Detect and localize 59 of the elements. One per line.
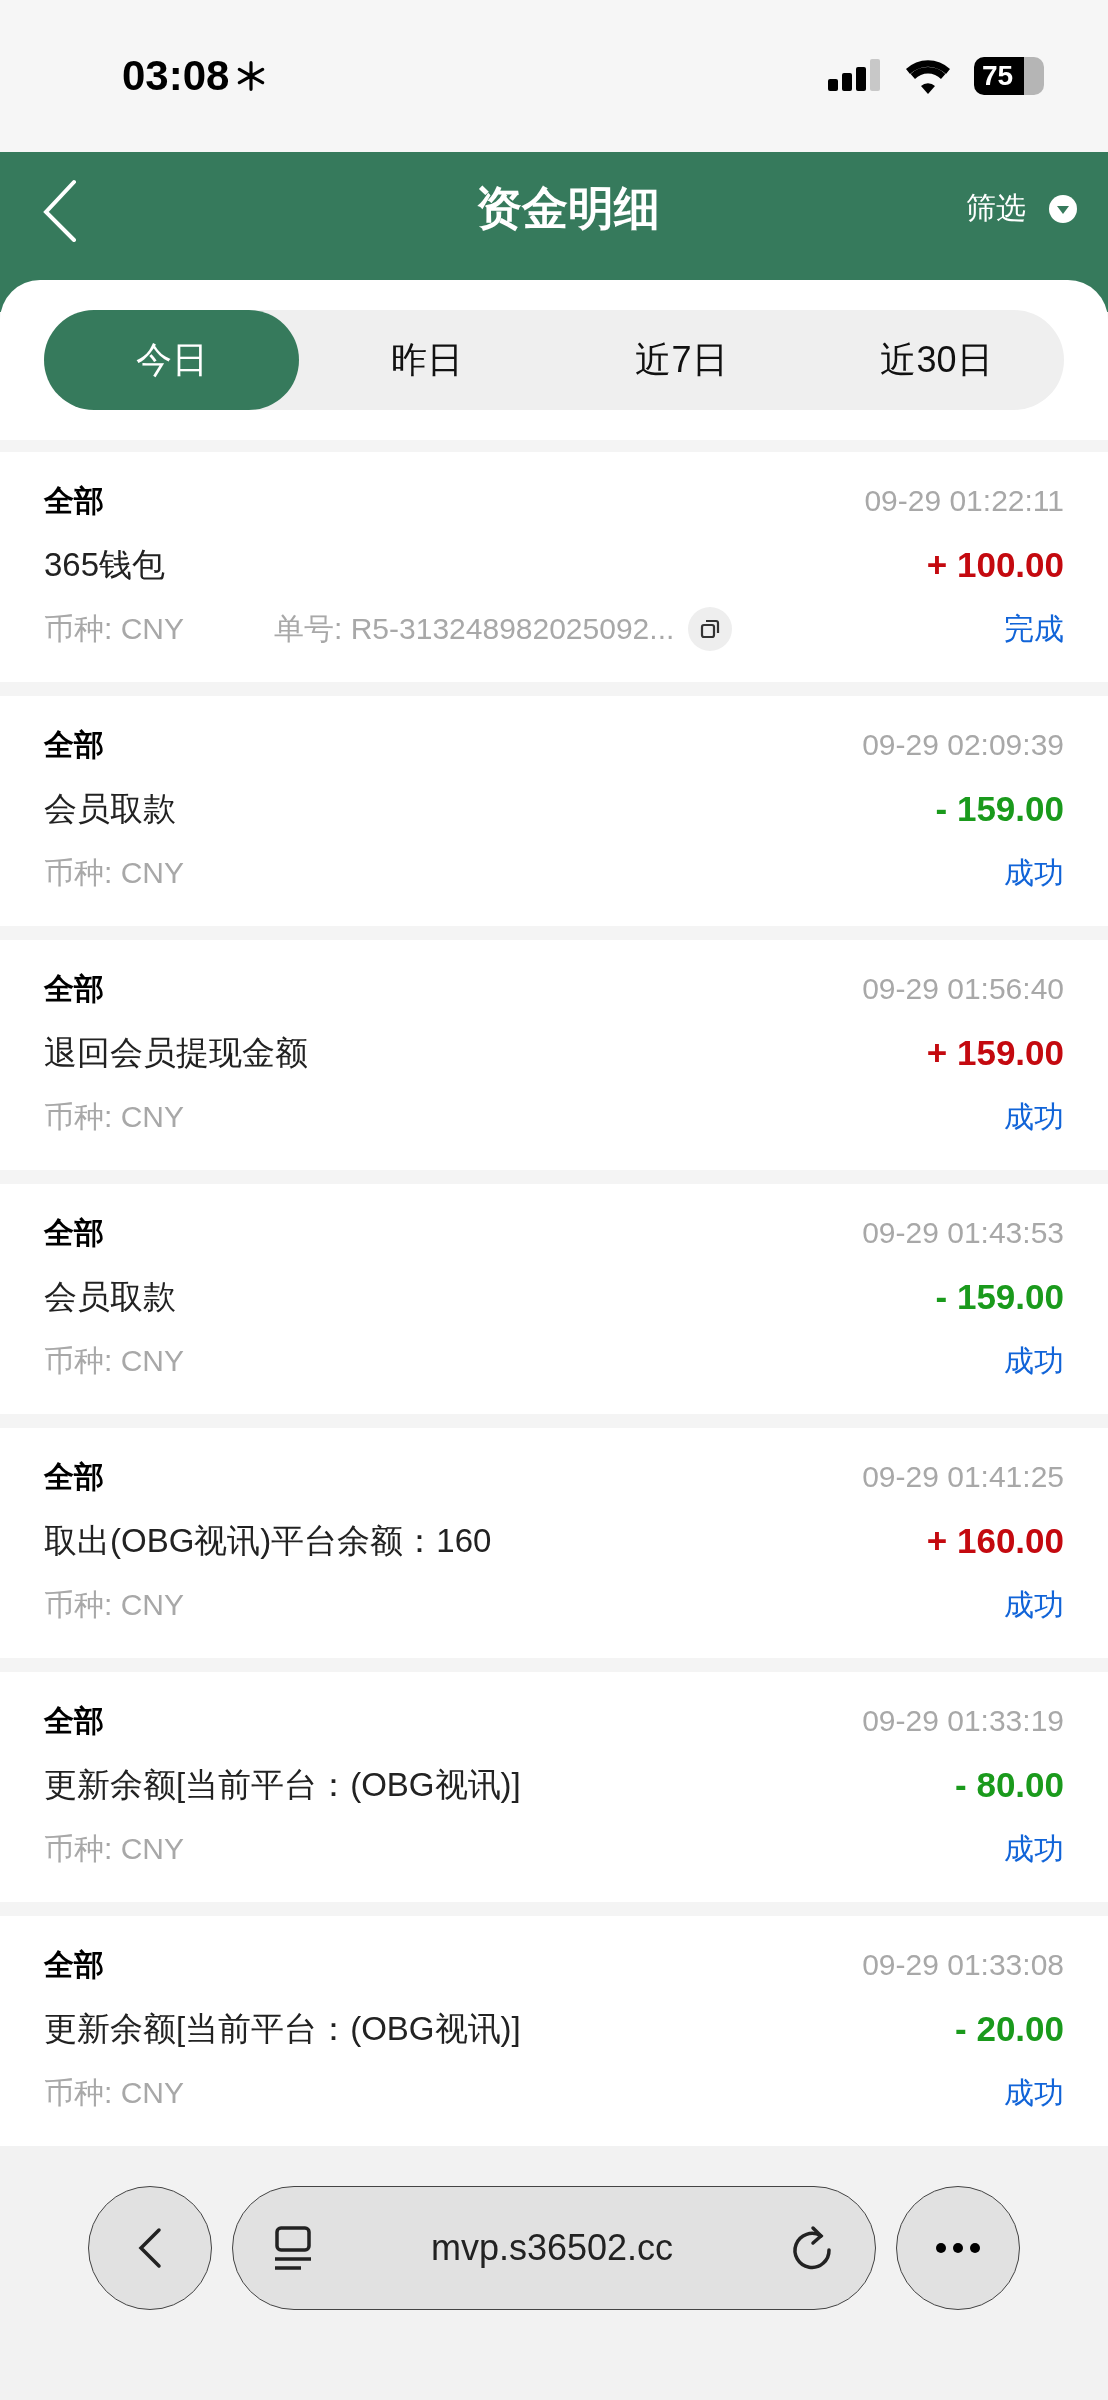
record-status: 成功	[1004, 2074, 1064, 2111]
record-category: 全部	[44, 1458, 104, 1495]
period-tab[interactable]: 近30日	[809, 310, 1064, 410]
record-time: 09-29 02:09:39	[862, 728, 1064, 762]
dropdown-icon	[1048, 193, 1078, 224]
record-status: 完成	[1004, 610, 1064, 647]
record-time: 09-29 01:33:08	[862, 1948, 1064, 1982]
record-category: 全部	[44, 482, 104, 519]
filter-button[interactable]: 筛选	[966, 188, 1078, 229]
record-status: 成功	[1004, 1098, 1064, 1135]
record-amount: - 20.00	[955, 2009, 1064, 2049]
reader-icon[interactable]	[273, 2225, 313, 2271]
record-time: 09-29 01:43:53	[862, 1216, 1064, 1250]
record-name: 会员取款	[44, 788, 176, 829]
record-currency: 币种: CNY	[44, 610, 184, 647]
record-currency: 币种: CNY	[44, 1586, 184, 1623]
wifi-icon	[904, 58, 952, 94]
record-time: 09-29 01:41:25	[862, 1460, 1064, 1494]
record-currency: 币种: CNY	[44, 1830, 184, 1867]
record-status: 成功	[1004, 854, 1064, 891]
record-name: 更新余额[当前平台：(OBG视讯)]	[44, 1764, 521, 1805]
record-time: 09-29 01:33:19	[862, 1704, 1064, 1738]
record-name: 会员取款	[44, 1276, 176, 1317]
record-currency: 币种: CNY	[44, 1342, 184, 1379]
record-category: 全部	[44, 970, 104, 1007]
order-number: 单号: R5-313248982025092...	[274, 610, 675, 647]
record-category: 全部	[44, 1946, 104, 1983]
url-text: mvp.s36502.cc	[430, 2227, 674, 2269]
record-time: 09-29 01:22:11	[864, 484, 1064, 518]
record-currency: 币种: CNY	[44, 1098, 184, 1135]
record-status: 成功	[1004, 1586, 1064, 1623]
signal-icon	[828, 59, 882, 93]
record-amount: - 80.00	[955, 1765, 1064, 1805]
record-name: 退回会员提现金额	[44, 1032, 308, 1073]
record-currency: 币种: CNY	[44, 2074, 184, 2111]
status-time: 03:08	[122, 52, 230, 100]
more-icon	[935, 2242, 981, 2254]
record-amount: - 159.00	[935, 789, 1064, 829]
record-name: 更新余额[当前平台：(OBG视讯)]	[44, 2008, 521, 2049]
page-title: 资金明细	[476, 181, 660, 236]
record-amount: + 160.00	[926, 1521, 1064, 1561]
period-tab[interactable]: 昨日	[299, 310, 554, 410]
record-currency: 币种: CNY	[44, 854, 184, 891]
address-bar[interactable]: mvp.s36502.cc	[232, 2186, 876, 2310]
battery-indicator: 75	[974, 57, 1044, 95]
record-amount: - 159.00	[935, 1277, 1064, 1317]
period-tab[interactable]: 近7日	[554, 310, 809, 410]
period-tab[interactable]: 今日	[44, 310, 299, 410]
record-amount: + 159.00	[926, 1033, 1064, 1073]
record-name: 取出(OBG视讯)平台余额：160	[44, 1520, 492, 1561]
record-category: 全部	[44, 726, 104, 763]
record-category: 全部	[44, 1214, 104, 1251]
record-amount: + 100.00	[926, 545, 1064, 585]
copy-button[interactable]	[688, 607, 733, 651]
record-time: 09-29 01:56:40	[862, 972, 1064, 1006]
record-status: 成功	[1004, 1342, 1064, 1379]
record-name: 365钱包	[44, 544, 166, 585]
record-status: 成功	[1004, 1830, 1064, 1867]
record-category: 全部	[44, 1702, 104, 1739]
